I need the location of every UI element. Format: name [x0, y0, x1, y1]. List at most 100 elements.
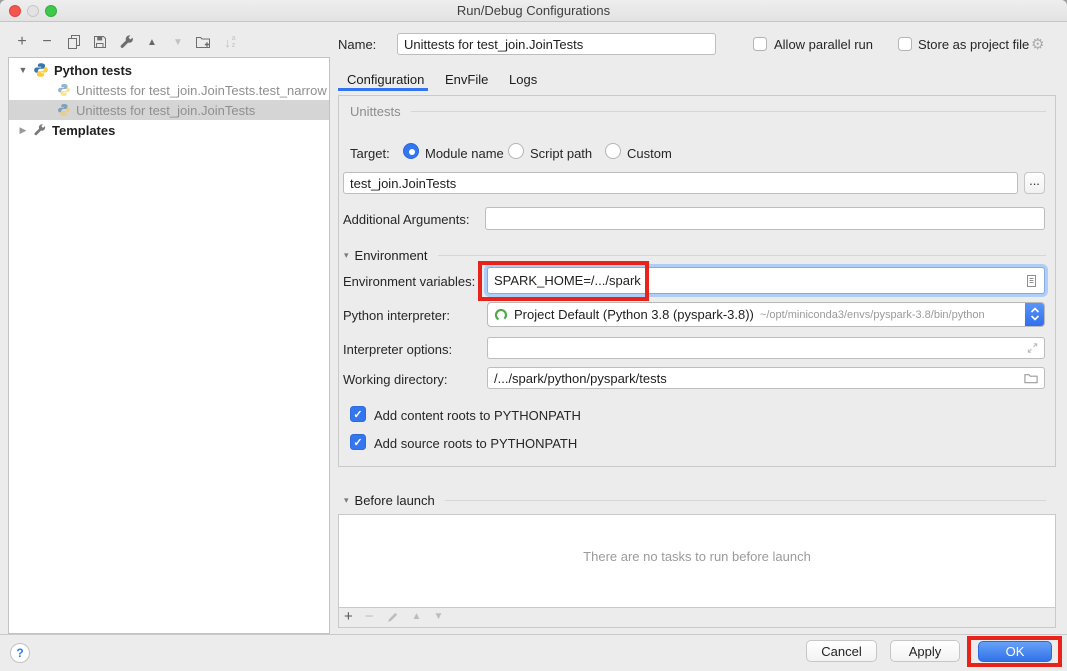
tree-item-unittests-jointests-selected[interactable]: Unittests for test_join.JoinTests: [9, 100, 329, 120]
interpreter-options-label: Interpreter options:: [343, 342, 452, 357]
ellipsis-icon: ...: [1029, 173, 1040, 188]
dropdown-stepper-icon[interactable]: [1025, 302, 1045, 326]
expander-open-icon[interactable]: ▼: [17, 65, 29, 75]
cancel-button-label: Cancel: [821, 644, 861, 659]
gear-icon[interactable]: ⚙: [1031, 35, 1044, 53]
browse-directory-button[interactable]: [1023, 371, 1039, 386]
move-task-down-button[interactable]: ▼: [433, 611, 443, 622]
before-launch-group-header[interactable]: ▾ Before launch: [344, 493, 1046, 508]
check-icon: ✓: [353, 408, 362, 421]
tree-item-python-tests[interactable]: ▼ Python tests: [9, 60, 329, 80]
ok-button-label: OK: [1006, 644, 1025, 659]
tree-item-unittests-test-narrow[interactable]: Unittests for test_join.JoinTests.test_n…: [9, 80, 329, 100]
radio-script-path[interactable]: [508, 143, 524, 159]
target-value: test_join.JoinTests: [350, 176, 456, 191]
radio-custom[interactable]: [605, 143, 621, 159]
edit-task-button[interactable]: [386, 610, 400, 624]
add-source-roots-label[interactable]: Add source roots to PYTHONPATH: [374, 436, 577, 451]
expand-editor-button[interactable]: [1026, 342, 1039, 355]
environment-variables-input[interactable]: SPARK_HOME=/.../spark: [487, 267, 1045, 294]
expander-closed-icon[interactable]: ▶: [17, 125, 29, 136]
environment-variables-value: SPARK_HOME=/.../spark: [494, 273, 641, 288]
apply-button-label: Apply: [909, 644, 942, 659]
conda-environment-icon: [494, 308, 508, 322]
target-label: Target:: [350, 146, 390, 161]
edit-templates-button[interactable]: [115, 31, 139, 53]
name-input[interactable]: Unittests for test_join.JoinTests: [397, 33, 716, 55]
copy-configuration-button[interactable]: [62, 31, 86, 53]
before-launch-toolbar: + − ▲ ▼: [339, 606, 1055, 627]
additional-arguments-label: Additional Arguments:: [343, 212, 469, 227]
radio-module-name[interactable]: [403, 143, 419, 159]
environment-group-label: Environment: [355, 248, 428, 263]
new-folder-button[interactable]: [191, 31, 215, 53]
arrow-up-icon: ▲: [147, 37, 157, 48]
move-up-button[interactable]: ▲: [140, 31, 164, 53]
apply-button[interactable]: Apply: [890, 640, 960, 662]
wrench-icon: [33, 123, 47, 137]
target-input[interactable]: test_join.JoinTests: [343, 172, 1018, 194]
browse-env-vars-button[interactable]: [1023, 273, 1039, 289]
add-content-roots-checkbox[interactable]: ✓: [350, 406, 366, 422]
copy-icon: [66, 34, 82, 50]
environment-group-header[interactable]: ▾ Environment: [344, 248, 1046, 263]
browse-target-button[interactable]: ...: [1024, 172, 1045, 194]
ok-button[interactable]: OK: [978, 641, 1052, 662]
help-button[interactable]: ?: [10, 643, 30, 663]
radio-custom-label[interactable]: Custom: [627, 146, 672, 161]
close-window-button[interactable]: [9, 5, 21, 17]
minimize-window-button[interactable]: [27, 5, 39, 17]
save-configuration-button[interactable]: [88, 31, 112, 53]
arrow-down-icon: ▼: [173, 37, 183, 48]
tab-envfile[interactable]: EnvFile: [445, 72, 488, 87]
arrow-up-icon: ▲: [412, 611, 422, 622]
run-debug-configurations-dialog: Run/Debug Configurations + − ▲ ▼ ↓ az ▼ …: [0, 0, 1067, 671]
remove-task-button[interactable]: −: [365, 608, 374, 625]
python-interpreter-path: ~/opt/miniconda3/envs/pyspark-3.8/bin/py…: [760, 309, 985, 321]
before-launch-task-list[interactable]: There are no tasks to run before launch: [339, 515, 1055, 608]
working-directory-input[interactable]: /.../spark/python/pyspark/tests: [487, 367, 1045, 389]
python-interpreter-select[interactable]: Project Default (Python 3.8 (pyspark-3.8…: [487, 302, 1045, 327]
remove-configuration-button[interactable]: −: [35, 31, 59, 53]
add-configuration-button[interactable]: +: [10, 31, 34, 53]
unittests-group-header: Unittests: [350, 104, 1046, 119]
tree-item-templates[interactable]: ▶ Templates: [9, 120, 329, 140]
add-source-roots-checkbox[interactable]: ✓: [350, 434, 366, 450]
allow-parallel-run-checkbox[interactable]: [753, 37, 767, 51]
before-launch-panel: There are no tasks to run before launch …: [338, 514, 1056, 628]
zoom-window-button[interactable]: [45, 5, 57, 17]
plus-icon: +: [344, 608, 353, 625]
tree-item-label: Unittests for test_join.JoinTests.test_n…: [76, 83, 327, 98]
arrow-down-icon: ▼: [433, 611, 443, 622]
sort-configurations-button[interactable]: ↓ az: [218, 31, 242, 53]
new-folder-icon: [195, 34, 211, 50]
expand-icon: [1026, 342, 1039, 355]
add-content-roots-label[interactable]: Add content roots to PYTHONPATH: [374, 408, 581, 423]
tab-logs[interactable]: Logs: [509, 72, 537, 87]
radio-script-path-label[interactable]: Script path: [530, 146, 592, 161]
python-interpreter-value: Project Default (Python 3.8 (pyspark-3.8…: [514, 307, 754, 322]
additional-arguments-input[interactable]: [485, 207, 1045, 230]
cancel-button[interactable]: Cancel: [806, 640, 877, 662]
allow-parallel-run-label[interactable]: Allow parallel run: [774, 37, 873, 52]
active-tab-indicator: [338, 88, 428, 91]
interpreter-options-input[interactable]: [487, 337, 1045, 359]
move-task-up-button[interactable]: ▲: [412, 611, 422, 622]
before-launch-empty-text: There are no tasks to run before launch: [339, 549, 1055, 564]
tab-configuration[interactable]: Configuration: [347, 72, 424, 87]
unittests-group-label: Unittests: [350, 104, 401, 119]
question-mark-icon: ?: [16, 646, 23, 660]
move-down-button[interactable]: ▼: [166, 31, 190, 53]
store-as-project-file-label[interactable]: Store as project file: [918, 37, 1029, 52]
python-icon: [57, 103, 71, 117]
save-icon: [92, 34, 108, 50]
list-document-icon: [1023, 273, 1039, 289]
title-bar: Run/Debug Configurations: [0, 0, 1067, 22]
minus-icon: −: [365, 608, 374, 625]
add-task-button[interactable]: +: [344, 608, 353, 625]
python-interpreter-label: Python interpreter:: [343, 308, 450, 323]
divider: [438, 255, 1046, 256]
divider: [411, 111, 1046, 112]
store-as-project-file-checkbox[interactable]: [898, 37, 912, 51]
radio-module-name-label[interactable]: Module name: [425, 146, 504, 161]
